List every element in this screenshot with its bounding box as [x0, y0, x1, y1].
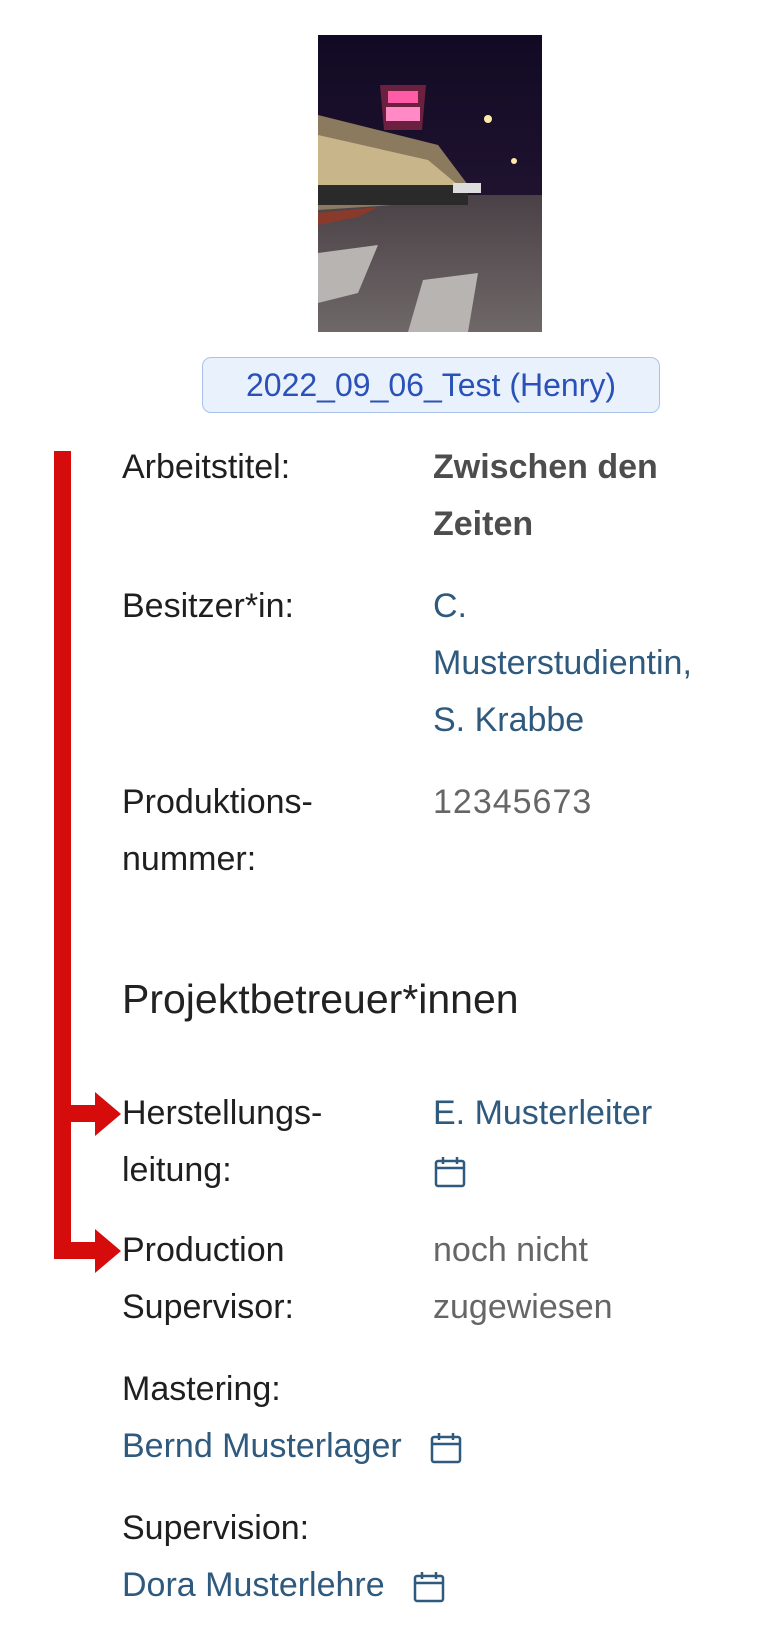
annotation-bracket-line — [54, 451, 71, 1250]
calendar-icon[interactable] — [429, 1431, 463, 1465]
arrow-right-icon — [95, 1229, 121, 1273]
owner-link-1-line2[interactable]: Musterstudientin, — [433, 635, 692, 692]
supervision-link[interactable]: Dora Musterlehre — [122, 1566, 385, 1604]
production-number-value: 12345673 — [433, 783, 593, 821]
supervision-label: Supervision: — [122, 1509, 310, 1547]
calendar-icon[interactable] — [412, 1570, 446, 1604]
production-supervisor-label-line2: Supervisor: — [122, 1288, 294, 1326]
production-number-label-line1: Produktions- — [122, 783, 313, 821]
section-title-supervisors: Projektbetreuer*innen — [122, 976, 519, 1022]
project-tag-label: 2022_09_06_Test (Henry) — [245, 366, 616, 403]
owner-link-1-line1[interactable]: C. — [433, 578, 467, 635]
production-manager-link[interactable]: E. Musterleiter — [433, 1085, 652, 1142]
owner-label: Besitzer*in: — [122, 587, 294, 625]
annotation-arrow-2-shaft — [54, 1242, 99, 1259]
production-manager-label-line1: Herstellungs- — [122, 1094, 323, 1132]
production-supervisor-value-line1: noch nicht — [433, 1231, 588, 1269]
project-tag-button[interactable]: 2022_09_06_Test (Henry) — [202, 357, 660, 413]
production-manager-label-line2: leitung: — [122, 1151, 232, 1189]
arrow-right-icon — [95, 1092, 121, 1136]
supervision-row: Dora Musterlehre — [122, 1557, 446, 1614]
mastering-label: Mastering: — [122, 1370, 281, 1408]
annotation-arrow-1-shaft — [54, 1105, 99, 1122]
project-thumbnail[interactable] — [318, 35, 542, 332]
production-manager-calendar-button[interactable] — [433, 1142, 467, 1199]
production-number-label-line2: nummer: — [122, 840, 257, 878]
working-title-value-line2: Zeiten — [433, 505, 534, 543]
calendar-icon[interactable] — [433, 1155, 467, 1189]
mastering-row: Bernd Musterlager — [122, 1418, 463, 1475]
mastering-link[interactable]: Bernd Musterlager — [122, 1427, 402, 1465]
production-supervisor-value-line2: zugewiesen — [433, 1288, 613, 1326]
owner-link-2[interactable]: S. Krabbe — [433, 692, 584, 749]
working-title-label: Arbeitstitel: — [122, 448, 291, 486]
production-supervisor-label-line1: Production — [122, 1231, 285, 1269]
working-title-value-line1: Zwischen den — [433, 448, 658, 486]
thumbnail-image — [318, 35, 542, 332]
